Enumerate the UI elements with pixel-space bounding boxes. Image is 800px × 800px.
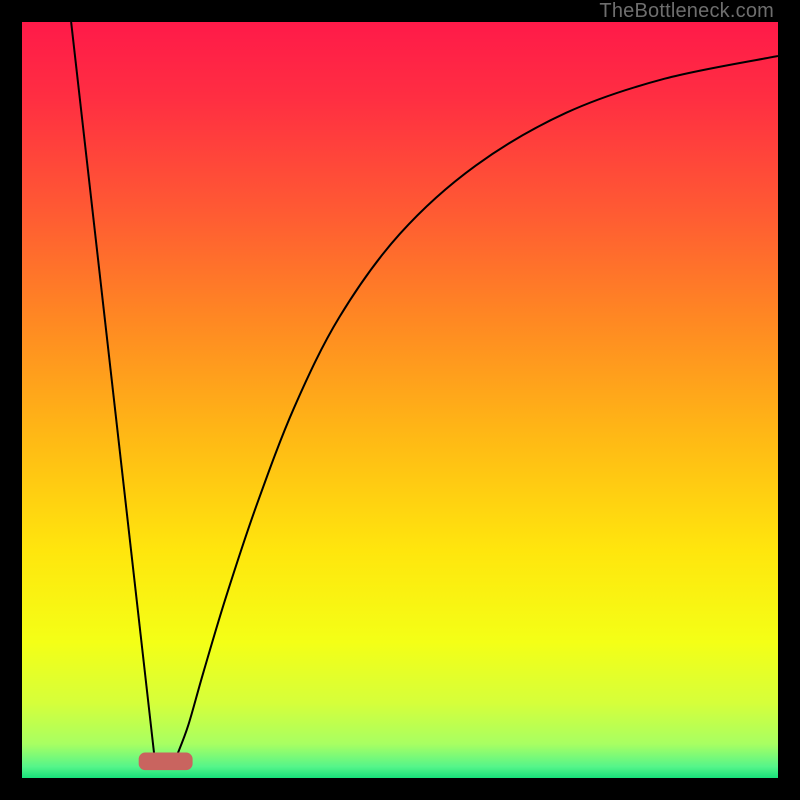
- watermark-text: TheBottleneck.com: [599, 0, 774, 23]
- chart-frame: [22, 22, 778, 778]
- bottleneck-chart: [22, 22, 778, 778]
- optimal-marker: [139, 753, 192, 770]
- gradient-background: [22, 22, 778, 778]
